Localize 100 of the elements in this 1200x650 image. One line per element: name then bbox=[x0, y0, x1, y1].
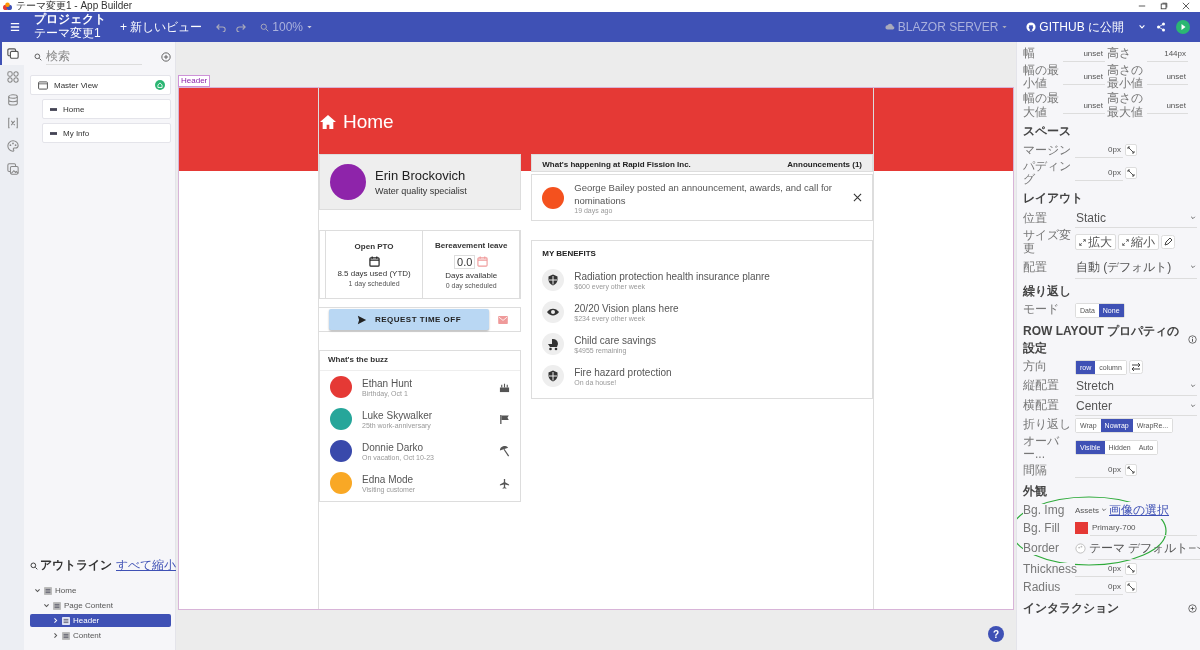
link-toggle-icon[interactable] bbox=[1125, 563, 1137, 576]
leave-detail: Days available bbox=[445, 270, 498, 280]
dropdown[interactable]: Center bbox=[1075, 396, 1197, 416]
collapse-all-link[interactable]: すべて縮小 bbox=[116, 557, 176, 574]
search-icon[interactable] bbox=[30, 561, 38, 570]
share-icon[interactable] bbox=[1156, 22, 1166, 32]
caret-icon bbox=[306, 23, 314, 31]
project-name: テーマ変更1 bbox=[34, 27, 102, 41]
link-toggle-icon[interactable] bbox=[1125, 581, 1137, 594]
property-field[interactable]: 0px bbox=[1075, 142, 1123, 159]
publish-button[interactable]: GITHUB に公開 bbox=[1022, 16, 1128, 38]
home-icon bbox=[319, 114, 337, 130]
view-item[interactable]: Master View bbox=[30, 75, 171, 95]
avatar bbox=[542, 186, 565, 209]
page-icon bbox=[50, 131, 57, 135]
property-field[interactable]: unset bbox=[1063, 46, 1105, 62]
color-field[interactable]: Primary-700 bbox=[1090, 520, 1197, 537]
eye-icon bbox=[542, 301, 565, 323]
layout-icon bbox=[62, 616, 70, 625]
leave-value-field[interactable]: 0.0 bbox=[454, 254, 476, 269]
property-field[interactable]: unset bbox=[1063, 97, 1105, 114]
chevron-icon bbox=[52, 632, 59, 639]
swap-icon[interactable] bbox=[1128, 360, 1143, 374]
search-field[interactable]: 検索 bbox=[46, 48, 142, 65]
tree-item[interactable]: Content bbox=[30, 629, 171, 642]
flag-icon bbox=[499, 413, 511, 425]
undo-icon[interactable] bbox=[216, 22, 227, 32]
section-title: ROW LAYOUT プロパティの設定 bbox=[1023, 322, 1181, 357]
link-toggle-icon[interactable] bbox=[1125, 144, 1137, 157]
restore-icon[interactable] bbox=[1160, 2, 1168, 10]
dropdown[interactable]: Static bbox=[1075, 209, 1197, 229]
assets-dropdown[interactable]: Assets bbox=[1075, 505, 1107, 515]
redo-icon[interactable] bbox=[236, 22, 247, 32]
leave-title: Open PTO bbox=[354, 242, 394, 251]
components-icon bbox=[7, 70, 19, 83]
caret-icon bbox=[1190, 264, 1196, 270]
border-dropdown[interactable]: テーマ デフォルト bbox=[1088, 537, 1200, 560]
chevron-icon bbox=[34, 587, 41, 594]
page-title: Home bbox=[343, 111, 394, 133]
property-field[interactable]: 0px bbox=[1075, 579, 1123, 596]
property-field[interactable]: 144px bbox=[1147, 46, 1188, 62]
dropdown[interactable]: 自動 (デフォルト) bbox=[1075, 256, 1197, 279]
buzz-title: What's the buzz bbox=[320, 351, 521, 371]
new-view-button[interactable]: + 新しいビュー bbox=[116, 16, 207, 38]
profile-name: Erin Brockovich bbox=[375, 168, 467, 183]
rail-tab[interactable] bbox=[0, 42, 24, 65]
section-title: インタラクション bbox=[1023, 599, 1119, 617]
resize-button[interactable]: 縮小 bbox=[1118, 234, 1159, 251]
app-logo-icon bbox=[3, 1, 12, 11]
property-label: 高さの最小値 bbox=[1107, 64, 1145, 91]
property-label: 幅の最小値 bbox=[1023, 64, 1061, 91]
add-icon[interactable] bbox=[1188, 603, 1197, 613]
add-icon[interactable] bbox=[161, 51, 171, 62]
property-field[interactable]: 0px bbox=[1075, 462, 1123, 479]
outline-title: アウトライン bbox=[40, 557, 112, 574]
cake-icon bbox=[499, 381, 511, 393]
profile-role: Water quality specialist bbox=[375, 186, 467, 196]
help-button[interactable]: ? bbox=[988, 626, 1004, 642]
info-icon[interactable] bbox=[1188, 335, 1197, 344]
caret-icon[interactable] bbox=[1138, 23, 1146, 31]
tree-item[interactable]: Header bbox=[30, 614, 171, 627]
variables-icon bbox=[7, 116, 19, 129]
person-name: Donnie Darko bbox=[362, 441, 425, 453]
view-item[interactable]: Home bbox=[42, 99, 171, 119]
color-swatch[interactable] bbox=[1075, 522, 1088, 535]
page-icon bbox=[50, 107, 57, 111]
arrows-icon bbox=[1122, 238, 1129, 246]
run-icon[interactable] bbox=[1176, 20, 1190, 34]
announcement-count: Announcements (1) bbox=[787, 160, 862, 169]
caret-icon bbox=[1190, 402, 1196, 409]
benefit-title: 20/20 Vision plans here bbox=[574, 302, 680, 314]
section-title: 外観 bbox=[1023, 482, 1047, 500]
property-field[interactable]: unset bbox=[1147, 69, 1188, 86]
umbrella-icon bbox=[499, 445, 511, 457]
close-icon[interactable] bbox=[1182, 2, 1190, 10]
view-item[interactable]: My Info bbox=[42, 123, 171, 143]
request-time-off-button[interactable]: REQUEST TIME OFF bbox=[329, 309, 489, 330]
choose-image-link[interactable]: 画像の選択 bbox=[1109, 501, 1169, 519]
person-name: Ethan Hunt bbox=[362, 377, 414, 389]
link-toggle-icon[interactable] bbox=[1125, 464, 1137, 477]
resize-button[interactable]: 拡大 bbox=[1075, 234, 1116, 251]
link-toggle-icon[interactable] bbox=[1125, 166, 1137, 179]
property-field[interactable]: unset bbox=[1147, 97, 1188, 114]
edit-icon[interactable] bbox=[1161, 235, 1175, 250]
person-name: Luke Skywalker bbox=[362, 409, 434, 421]
arrows-icon bbox=[1079, 238, 1086, 246]
close-icon[interactable] bbox=[853, 193, 862, 202]
home-badge-icon bbox=[155, 80, 165, 90]
property-field[interactable]: unset bbox=[1063, 69, 1105, 86]
dropdown[interactable]: Stretch bbox=[1075, 376, 1197, 396]
caret-icon bbox=[1101, 507, 1107, 514]
layout-icon bbox=[62, 631, 70, 640]
menu-icon[interactable] bbox=[10, 22, 20, 32]
chevron-icon bbox=[43, 602, 50, 609]
caret-icon bbox=[1190, 215, 1196, 222]
tree-item[interactable]: Home bbox=[30, 584, 171, 597]
property-label: Thickness bbox=[1023, 562, 1075, 576]
tree-item[interactable]: Page Content bbox=[30, 599, 171, 612]
property-field[interactable]: 0px bbox=[1075, 164, 1123, 181]
window-icon bbox=[38, 80, 48, 90]
